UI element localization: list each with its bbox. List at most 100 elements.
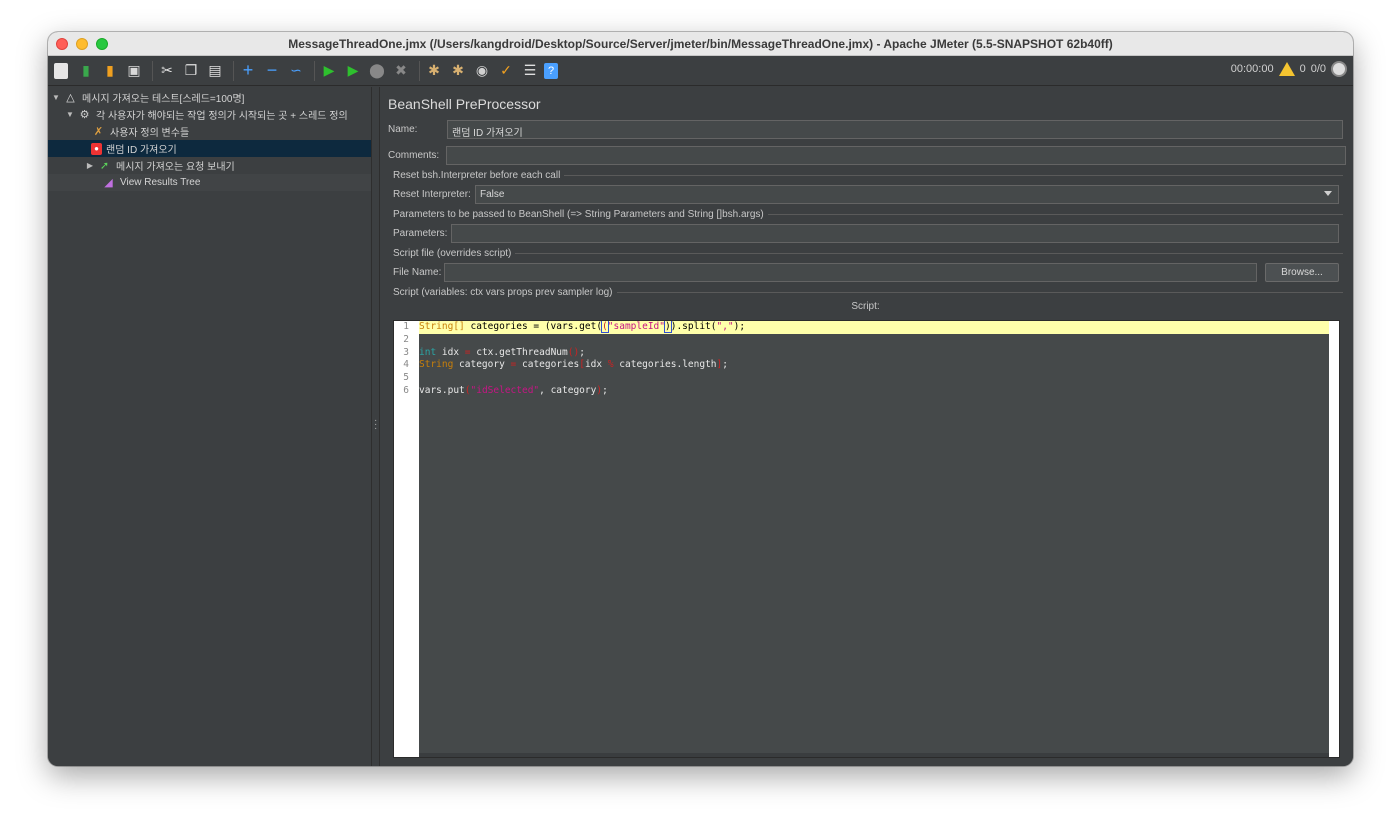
clear-icon[interactable]: ✱	[424, 61, 444, 81]
start-icon[interactable]: ▶	[319, 61, 339, 81]
line-number: 3	[403, 346, 409, 358]
title-bar: MessageThreadOne.jmx (/Users/kangdroid/D…	[48, 32, 1353, 56]
tree-item-label: 사용자 정의 변수들	[110, 128, 190, 139]
file-group-label: Script file (overrides script)	[393, 247, 512, 259]
code-line[interactable]: String category = categories[idx % categ…	[419, 359, 1329, 372]
page-title: BeanShell PreProcessor	[388, 96, 541, 112]
code-line[interactable]	[419, 372, 1329, 385]
zoom-window-button[interactable]	[96, 38, 108, 50]
code-line[interactable]: String[] categories = (vars.get(("sample…	[419, 321, 1329, 334]
line-number: 6	[403, 384, 409, 396]
templates-icon[interactable]: ▮	[76, 61, 96, 81]
expand-icon[interactable]: +	[238, 60, 258, 81]
file-label: File Name:	[393, 267, 442, 278]
name-field[interactable]: 랜덤 ID 가져오기	[447, 120, 1343, 139]
new-icon[interactable]	[54, 62, 68, 79]
remote-icon[interactable]	[1331, 61, 1347, 77]
tree-item[interactable]: ✗ 사용자 정의 변수들	[48, 123, 371, 140]
browse-button[interactable]: Browse...	[1265, 263, 1339, 282]
split-divider[interactable]: · · ·	[372, 87, 380, 766]
shutdown-icon[interactable]: ✖	[391, 61, 411, 81]
help-icon[interactable]: ?	[544, 62, 558, 79]
close-window-button[interactable]	[56, 38, 68, 50]
tree-item[interactable]: ◢ View Results Tree	[48, 174, 371, 191]
tree-item-label: View Results Tree	[120, 177, 201, 188]
toolbar-separator	[233, 60, 234, 81]
clear-all-icon[interactable]: ✱	[448, 61, 468, 81]
paste-icon[interactable]: ▤	[205, 61, 225, 81]
element-editor: BeanShell PreProcessor Name: 랜덤 ID 가져오기 …	[380, 87, 1353, 766]
script-editor[interactable]: 1 2 3 4 5 6 String[] categories = (vars.…	[393, 320, 1340, 758]
tree-item-label: 메시지 가져오는 테스트[스레드=100명]	[82, 94, 245, 105]
reset-interpreter-select[interactable]: False	[475, 185, 1339, 204]
function-helper-icon[interactable]: ☰	[520, 61, 540, 81]
reset-group-label: Reset bsh.Interpreter before each call	[393, 169, 561, 181]
line-number: 2	[403, 333, 409, 345]
collapse-icon[interactable]: −	[262, 60, 282, 81]
drag-handle-icon[interactable]: · · ·	[374, 416, 377, 434]
tree-item[interactable]: ▶ ➚ 메시지 가져오는 요청 보내기	[48, 157, 371, 174]
test-plan-tree: ▼ △ 메시지 가져오는 테스트[스레드=100명] ▼ ⚙ 각 사용자가 해야…	[48, 87, 372, 766]
toggle-icon[interactable]: ∽	[286, 61, 306, 81]
search-icon[interactable]: ◉	[472, 61, 492, 81]
comments-row: Comments:	[388, 145, 1346, 166]
toolbar-separator	[419, 60, 420, 81]
file-name-field[interactable]	[444, 263, 1257, 282]
tree-item[interactable]: ▼ △ 메시지 가져오는 테스트[스레드=100명]	[48, 89, 371, 106]
cut-icon[interactable]: ✂	[157, 61, 177, 81]
code-line[interactable]	[419, 334, 1329, 347]
expanded-icon[interactable]: ▼	[65, 110, 75, 119]
stop-icon[interactable]: ⬤	[367, 61, 387, 81]
test-plan-icon: △	[66, 92, 75, 104]
line-number-gutter: 1 2 3 4 5 6	[394, 321, 419, 757]
open-icon[interactable]: ▮	[100, 61, 120, 81]
status-area: 00:00:00 0 0/0	[1231, 61, 1347, 77]
tree-item-label: 각 사용자가 해야되는 작업 정의가 시작되는 곳 + 스레드 정의	[96, 111, 348, 122]
warning-icon[interactable]	[1278, 62, 1295, 76]
params-group-label: Parameters to be passed to BeanShell (=>…	[393, 208, 764, 220]
collapsed-icon[interactable]: ▶	[85, 161, 95, 170]
line-number: 4	[403, 359, 409, 371]
elapsed-timer: 00:00:00	[1230, 63, 1274, 75]
reset-search-icon[interactable]: ✓	[496, 61, 516, 81]
params-label: Parameters:	[393, 228, 448, 239]
start-no-pause-icon[interactable]: ▶	[343, 61, 363, 81]
main-area: ▼ △ 메시지 가져오는 테스트[스레드=100명] ▼ ⚙ 각 사용자가 해야…	[48, 87, 1353, 766]
comments-label: Comments:	[388, 150, 440, 161]
warning-count: 0	[1299, 63, 1306, 75]
script-group-label: Script (variables: ctx vars props prev s…	[393, 286, 613, 298]
name-label: Name:	[388, 124, 418, 135]
file-row: File Name: Browse...	[393, 262, 1343, 283]
line-number: 5	[403, 372, 409, 384]
code-line[interactable]: vars.put("idSelected", category);	[419, 385, 1329, 398]
code-line[interactable]: int idx = ctx.getThreadNum();	[419, 347, 1329, 360]
vertical-scrollbar[interactable]	[1329, 321, 1339, 757]
expanded-icon[interactable]: ▼	[51, 93, 61, 102]
reset-label: Reset Interpreter:	[393, 189, 471, 200]
listener-icon: ◢	[104, 177, 113, 189]
chevron-down-icon	[1324, 191, 1332, 196]
copy-icon[interactable]: ❐	[181, 61, 201, 81]
user-variables-icon: ✗	[93, 126, 104, 138]
jmeter-window: MessageThreadOne.jmx (/Users/kangdroid/D…	[48, 32, 1353, 766]
script-group-title: Script (variables: ctx vars props prev s…	[393, 283, 1343, 301]
window-title: MessageThreadOne.jmx (/Users/kangdroid/D…	[288, 36, 1113, 51]
minimize-window-button[interactable]	[76, 38, 88, 50]
comments-field[interactable]	[446, 146, 1346, 165]
beanshell-preprocessor-icon: ●	[91, 142, 102, 155]
line-number: 1	[403, 321, 409, 332]
toolbar-separator	[314, 60, 315, 81]
tree-item[interactable]: ● 랜덤 ID 가져오기	[48, 140, 371, 157]
toolbar-separator	[152, 60, 153, 81]
params-row: Parameters:	[393, 223, 1343, 244]
save-icon[interactable]: ▣	[124, 61, 144, 81]
params-group-title: Parameters to be passed to BeanShell (=>…	[393, 205, 1343, 223]
reset-value: False	[480, 189, 505, 200]
horizontal-scrollbar[interactable]	[419, 753, 1329, 757]
code-area[interactable]: String[] categories = (vars.get(("sample…	[419, 321, 1329, 757]
parameters-field[interactable]	[451, 224, 1339, 243]
tree-item-label: 랜덤 ID 가져오기	[106, 145, 177, 156]
http-sampler-icon: ➚	[99, 160, 110, 172]
toolbar: ▮ ▮ ▣ ✂ ❐ ▤ + − ∽ ▶ ▶ ⬤ ✖ ✱ ✱ ◉ ✓ ☰ ? 00…	[48, 56, 1353, 86]
tree-item[interactable]: ▼ ⚙ 각 사용자가 해야되는 작업 정의가 시작되는 곳 + 스레드 정의	[48, 106, 371, 123]
